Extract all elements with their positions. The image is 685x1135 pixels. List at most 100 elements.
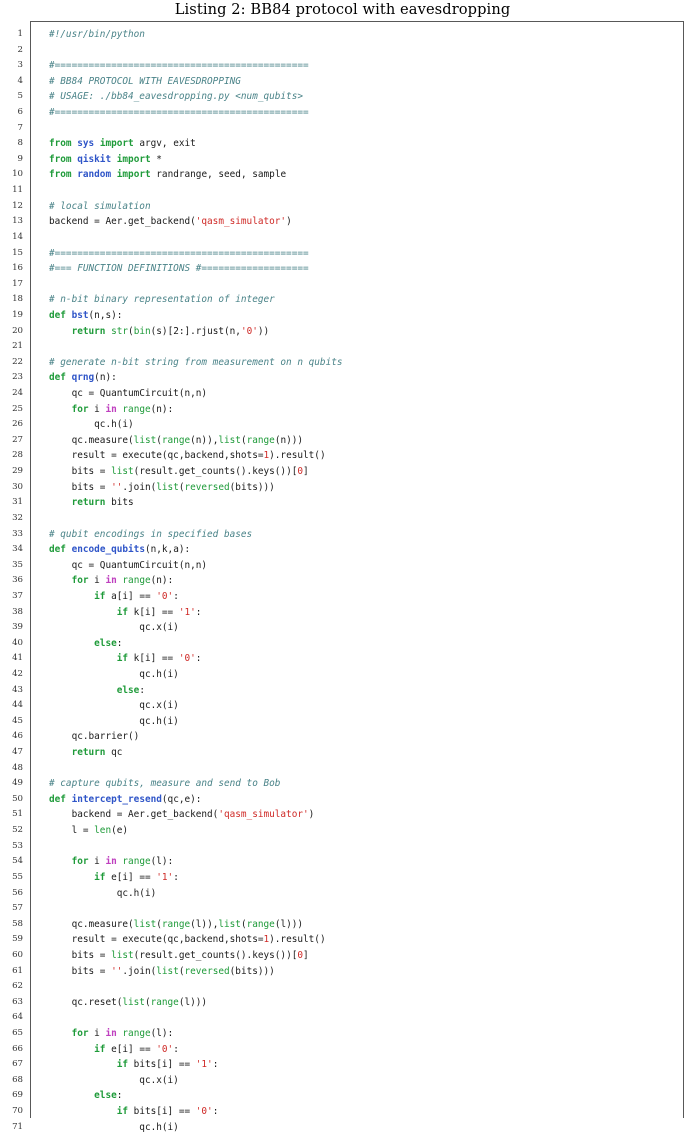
code-token-pl: ).result() [269, 934, 326, 946]
code-line: 62 [12, 979, 683, 995]
line-number: 37 [12, 590, 23, 601]
code-token-pl: qc = QuantumCircuit(n,n) [49, 559, 208, 571]
code-token-pl: (l): [150, 856, 174, 868]
code-token-kw: import [116, 169, 151, 181]
code-token-pl: qc.h(i) [49, 419, 134, 431]
code-token-pl: (n))) [274, 434, 304, 446]
line-number: 62 [12, 981, 23, 992]
code-token-pl: bits [105, 497, 134, 509]
code-token-fn: intercept_resend [71, 793, 162, 805]
code-line: 26 qc.h(i) [12, 417, 683, 433]
code-token-kw: for [71, 856, 89, 868]
code-line: 65 for i in range(l): [12, 1026, 683, 1042]
code-token-pl: bits = [49, 949, 112, 961]
code-token-bi: len [94, 825, 112, 837]
line-number: 40 [12, 637, 23, 648]
code-token-kw: return [71, 497, 106, 509]
code-line: 63 qc.reset(list(range(l))) [12, 995, 683, 1011]
code-token-pl: : [212, 1106, 219, 1118]
code-token-pl: (n): [150, 403, 174, 415]
line-number: 4 [17, 75, 23, 86]
code-token-bi: list [156, 965, 179, 977]
code-line: 58 qc.measure(list(range(l)),list(range(… [12, 917, 683, 933]
line-number: 49 [12, 778, 23, 789]
code-token-kw: if [94, 590, 106, 602]
code-line: 53 [12, 839, 683, 855]
line-number: 38 [12, 606, 23, 617]
line-number: 8 [17, 138, 23, 149]
code-line: 30 bits = ''.join(list(reversed(bits))) [12, 480, 683, 496]
line-number: 55 [12, 871, 23, 882]
line-number: 64 [12, 1012, 23, 1023]
code-token-bi: list [111, 949, 134, 961]
code-token-bi: list [111, 466, 134, 478]
code-line: 60 bits = list(result.get_counts().keys(… [12, 948, 683, 964]
code-token-kw2: in [105, 575, 117, 587]
line-number: 31 [12, 497, 23, 508]
code-token-pl: l = [49, 825, 95, 837]
line-number: 35 [12, 559, 23, 570]
code-line: 36 for i in range(n): [12, 573, 683, 589]
line-number: 18 [12, 294, 23, 305]
code-token-bi: range [122, 856, 151, 868]
code-line: 70 if bits[i] == '0': [12, 1104, 683, 1120]
line-number: 53 [12, 840, 23, 851]
code-token-pl: qc.measure( [49, 918, 134, 930]
line-number: 46 [12, 731, 23, 742]
code-token-pl: backend = Aer.get_backend( [49, 809, 219, 821]
code-token-pl: (e) [111, 825, 129, 837]
line-number: 39 [12, 622, 23, 633]
code-token-bi: range [150, 996, 179, 1008]
code-token-st: '' [111, 965, 123, 977]
code-token-kw: for [71, 403, 89, 415]
code-token-pl: i [88, 856, 106, 868]
code-token-pl: (l))) [274, 918, 304, 930]
code-token-bi: list [218, 434, 241, 446]
code-token-pl: result = execute(qc,backend,shots= [49, 934, 264, 946]
code-token-pl: (l): [150, 1028, 174, 1039]
line-number: 11 [12, 185, 23, 196]
code-line: 57 [12, 901, 683, 917]
code-token-pl: qc.x(i) [49, 700, 179, 712]
line-number: 71 [12, 1121, 23, 1132]
code-token-st: '' [111, 481, 123, 493]
code-token-pl: ] [303, 949, 309, 961]
code-token-kw: if [116, 1106, 129, 1118]
code-line: 39 qc.x(i) [12, 620, 683, 636]
code-token-st: '0' [195, 1106, 213, 1118]
line-number: 44 [12, 700, 23, 711]
code-token-pl: : [195, 653, 202, 665]
code-token-pl: result = execute(qc,backend,shots= [49, 450, 264, 462]
code-token-fn: sys [77, 138, 95, 150]
code-token-pl: (bits))) [229, 965, 275, 977]
code-token-pl: qc.measure( [49, 434, 134, 446]
code-token-pl: backend = Aer.get_backend( [49, 216, 196, 228]
code-line: 48 [12, 761, 683, 777]
code-line: 37 if a[i] == '0': [12, 589, 683, 605]
code-line: 21 [12, 339, 683, 355]
code-token-st: '0' [178, 653, 196, 665]
code-token-kw: import [116, 153, 151, 165]
code-token-fn: encode_qubits [71, 544, 145, 556]
code-token-bi: range [122, 575, 151, 587]
code-token-cm: # generate n-bit string from measurement… [49, 356, 343, 368]
line-number: 52 [12, 825, 23, 836]
code-token-st: 'qasm_simulator' [218, 809, 309, 821]
code-line: 10 from random import randrange, seed, sa… [12, 167, 683, 183]
code-line: 55 if e[i] == '1': [12, 870, 683, 886]
code-token-pl: bits = [49, 481, 112, 493]
code-token-pl: ] [303, 466, 309, 478]
line-number: 14 [12, 231, 23, 242]
code-line: 40 else: [12, 636, 683, 652]
line-number: 16 [12, 263, 23, 274]
line-number: 15 [12, 247, 23, 258]
line-number: 67 [12, 1059, 23, 1070]
line-number: 10 [12, 169, 23, 180]
code-token-fn: qiskit [77, 153, 112, 165]
code-token-pl: )) [257, 325, 270, 337]
